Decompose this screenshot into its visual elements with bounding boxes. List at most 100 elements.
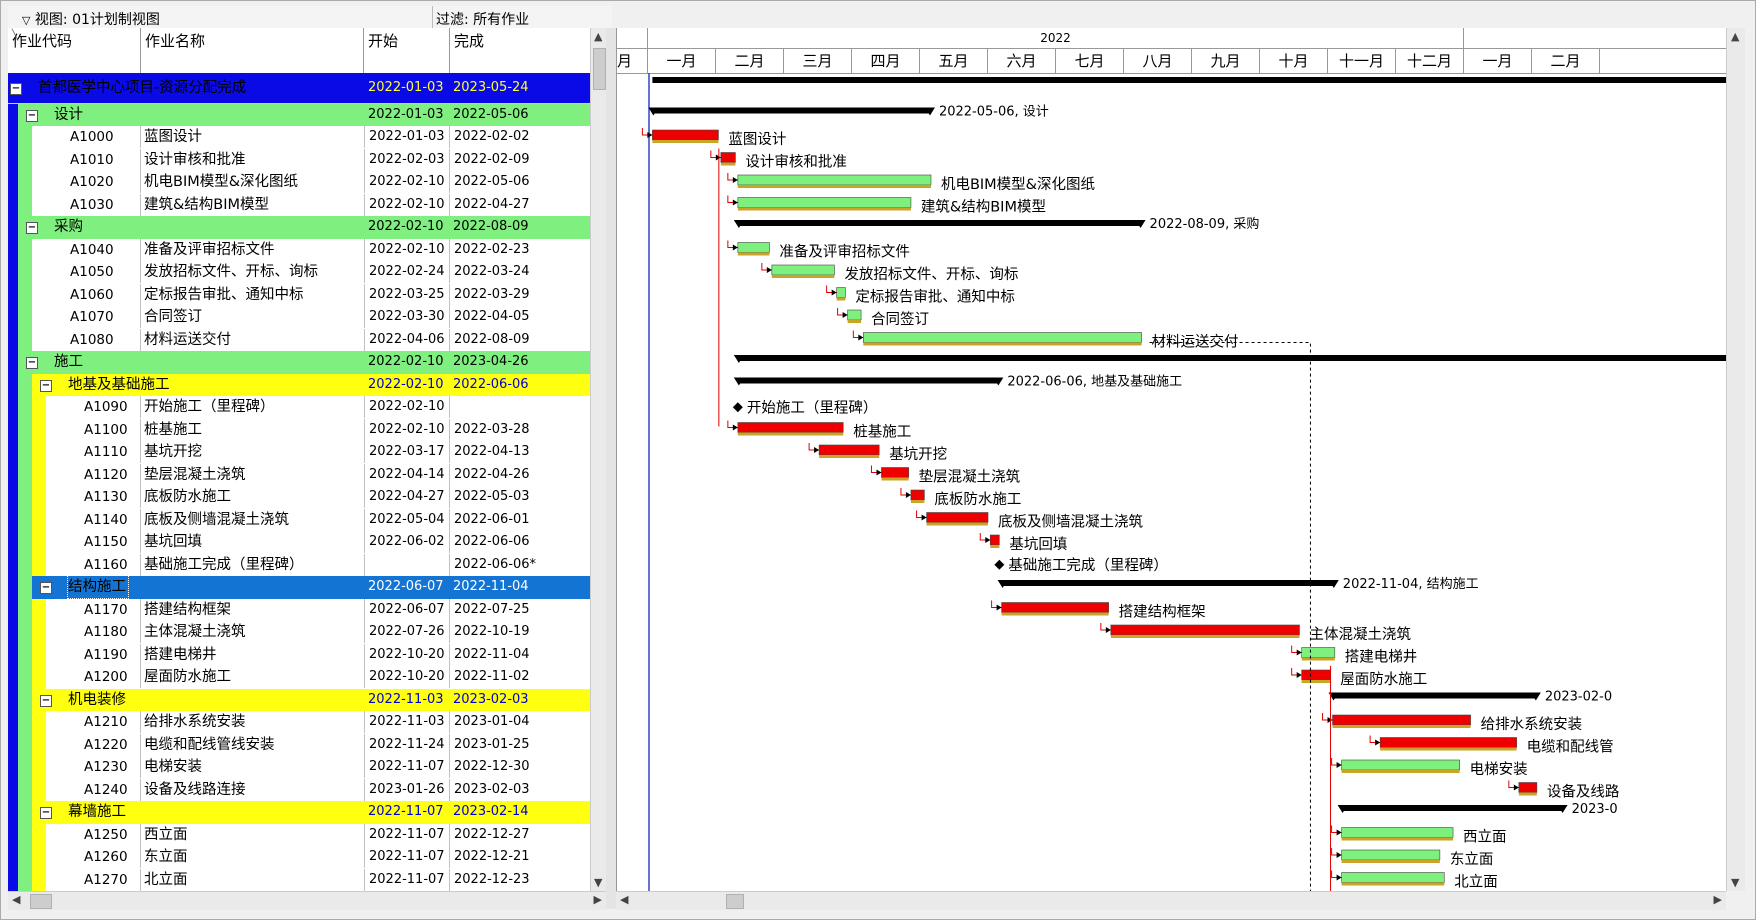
wbs-summary-bar	[1332, 692, 1537, 699]
collapse-icon[interactable]: −	[40, 807, 52, 819]
collapse-icon[interactable]: −	[26, 109, 38, 122]
wbs-row[interactable]: − 机电装修 2022-11-03 2023-02-03	[8, 688, 590, 712]
wbs-row[interactable]: − 地基及基础施工 2022-02-10 2022-06-06	[8, 373, 590, 397]
view-selector[interactable]: ▽ 视图: 01计划制视图	[22, 9, 160, 29]
table-row[interactable]: A1060 定标报告审批、通知中标 2022-03-25 2022-03-29	[8, 283, 590, 307]
bar-label: 搭建电梯井	[1345, 649, 1418, 666]
table-row[interactable]: A1100 桩基施工 2022-02-10 2022-03-28	[8, 418, 590, 442]
relationship-line	[826, 285, 837, 293]
table-row[interactable]: A1270 北立面 2022-11-07 2022-12-23	[8, 868, 590, 891]
scroll-right-icon[interactable]: ▶	[594, 893, 602, 906]
activity-code: A1020	[70, 174, 114, 190]
column-header-start[interactable]: 开始	[364, 28, 450, 73]
column-header-name[interactable]: 作业名称	[141, 28, 364, 73]
activity-bar	[1001, 602, 1109, 613]
collapse-icon[interactable]: −	[26, 357, 38, 369]
baseline-bar	[737, 207, 911, 211]
activity-name: 底板及侧墙混凝土浇筑	[140, 508, 366, 531]
table-row[interactable]: A1260 东立面 2022-11-07 2022-12-21	[8, 846, 590, 870]
wbs-row[interactable]: − 首都医学中心项目-资源分配完成 2022-01-03 2023-05-24	[8, 73, 590, 104]
table-row[interactable]: A1240 设备及线路连接 2023-01-26 2023-02-03	[8, 778, 590, 802]
start-date: 2022-11-07	[364, 846, 453, 868]
wbs-row[interactable]: − 采购 2022-02-10 2022-08-09	[8, 216, 590, 240]
table-vertical-scrollbar[interactable]: ▲ ▼	[590, 28, 607, 891]
scroll-up-icon[interactable]: ▲	[594, 30, 602, 43]
table-row[interactable]: A1230 电梯安装 2022-11-07 2022-12-30	[8, 756, 590, 780]
column-header-code[interactable]: 作业代码 ╲	[8, 28, 141, 73]
scroll-up-icon[interactable]: ▲	[1731, 30, 1739, 43]
table-row[interactable]: A1140 底板及侧墙混凝土浇筑 2022-05-04 2022-06-01	[8, 508, 590, 532]
table-row[interactable]: A1170 搭建结构框架 2022-06-07 2022-07-25	[8, 598, 590, 622]
timescale-header: 2022 月一月 二月 三月 四月 五月 六月 七月 八月 九月 十月 十一月 十二月 一月 二月	[617, 28, 1727, 74]
scroll-down-icon[interactable]: ▼	[1731, 876, 1739, 889]
sort-icon[interactable]: ╲	[12, 30, 136, 67]
start-date: 2022-01-03	[368, 80, 444, 95]
table-row[interactable]: A1200 屋面防水施工 2022-10-20 2022-11-02	[8, 666, 590, 690]
collapse-icon[interactable]: −	[40, 694, 52, 707]
wbs-row[interactable]: − 施工 2022-02-10 2023-04-26	[8, 351, 590, 375]
filter-label[interactable]: 过滤: 所有作业	[436, 9, 529, 29]
table-row[interactable]: A1040 准备及评审招标文件 2022-02-10 2022-02-23	[8, 238, 590, 262]
month-label: 月	[617, 49, 648, 73]
year-label: 2022	[648, 28, 1464, 49]
bar-label: 基础施工完成（里程碑）	[1008, 557, 1168, 574]
activity-name: 屋面防水施工	[140, 666, 366, 688]
wbs-name: 机电装修	[68, 691, 126, 708]
gantt-horizontal-scrollbar[interactable]: ◀ ▶	[616, 891, 1726, 910]
relationship-line	[641, 128, 653, 136]
table-horizontal-scrollbar[interactable]: ◀ ▶	[8, 891, 606, 910]
bar-label: 屋面防水施工	[1340, 671, 1427, 688]
table-row[interactable]: A1000 蓝图设计 2022-01-03 2022-02-02	[8, 126, 590, 150]
table-row[interactable]: A1150 基坑回填 2022-06-02 2022-06-06	[8, 531, 590, 555]
wbs-summary-bar	[737, 355, 1727, 361]
collapse-icon[interactable]: −	[40, 379, 52, 392]
bar-label: 底板及侧墙混凝土浇筑	[998, 513, 1143, 531]
bar-label: 西立面	[1463, 829, 1507, 846]
table-row[interactable]: A1050 发放招标文件、开标、询标 2022-02-24 2022-03-24	[8, 261, 590, 285]
collapse-icon[interactable]: −	[10, 83, 22, 95]
chevron-down-icon[interactable]: ▽	[22, 14, 30, 27]
activity-bar	[836, 287, 846, 298]
month-label: 五月	[920, 49, 988, 73]
bar-label: 北立面	[1454, 874, 1498, 891]
project-summary-bar	[652, 77, 1727, 83]
table-row[interactable]: A1190 搭建电梯井 2022-10-20 2022-11-04	[8, 643, 590, 667]
wbs-row[interactable]: − 设计 2022-01-03 2022-05-06	[8, 103, 590, 127]
table-row[interactable]: A1020 机电BIM模型&深化图纸 2022-02-10 2022-05-06	[8, 171, 590, 195]
column-header-finish[interactable]: 完成	[450, 28, 590, 73]
start-date: 2022-11-24	[364, 733, 453, 756]
table-row[interactable]: A1010 设计审核和批准 2022-02-03 2022-02-09	[8, 148, 590, 172]
table-row[interactable]: A1110 基坑开挖 2022-03-17 2022-04-13	[8, 441, 590, 465]
scroll-down-icon[interactable]: ▼	[594, 876, 602, 889]
scroll-left-icon[interactable]: ◀	[12, 893, 20, 906]
collapse-icon[interactable]: −	[40, 582, 52, 594]
scroll-right-icon[interactable]: ▶	[1714, 893, 1722, 906]
start-date: 2022-06-02	[364, 531, 453, 553]
table-row[interactable]: A1160 基础施工完成（里程碑） 2022-06-06*	[8, 553, 590, 577]
table-row[interactable]: A1210 给排水系统安装 2022-11-03 2023-01-04	[8, 711, 590, 735]
wbs-name: 首都医学中心项目-资源分配完成	[38, 80, 247, 96]
scroll-left-icon[interactable]: ◀	[620, 893, 628, 906]
table-row[interactable]: A1030 建筑&结构BIM模型 2022-02-10 2022-04-27	[8, 193, 590, 217]
table-row[interactable]: A1130 底板防水施工 2022-04-27 2022-05-03	[8, 486, 590, 510]
table-row[interactable]: A1090 开始施工（里程碑） 2022-02-10	[8, 396, 590, 420]
start-date: 2022-01-03	[368, 106, 444, 122]
start-date: 2022-11-07	[368, 804, 444, 819]
table-row[interactable]: A1220 电缆和配线管线安装 2022-11-24 2023-01-25	[8, 733, 590, 757]
collapse-icon[interactable]: −	[26, 222, 38, 234]
gantt-vertical-scrollbar[interactable]: ▲ ▼	[1726, 28, 1745, 891]
wbs-row[interactable]: − 幕墙施工 2022-11-07 2023-02-14	[8, 801, 590, 825]
pane-splitter[interactable]	[606, 28, 616, 909]
table-row[interactable]: A1180 主体混凝土浇筑 2022-07-26 2022-10-19	[8, 621, 590, 645]
table-row[interactable]: A1120 垫层混凝土浇筑 2022-04-14 2022-04-26	[8, 463, 590, 487]
table-row[interactable]: A1250 西立面 2022-11-07 2022-12-27	[8, 823, 590, 847]
baseline-bar	[1332, 725, 1471, 728]
finish-date: 2022-04-26	[449, 463, 590, 486]
relationship-arrow	[996, 604, 1002, 611]
table-row[interactable]: A1070 合同签订 2022-03-30 2022-04-05	[8, 306, 590, 330]
finish-date: 2022-06-06	[449, 531, 590, 553]
finish-date: 2022-03-24	[449, 261, 590, 283]
table-row[interactable]: A1080 材料运送交付 2022-04-06 2022-08-09	[8, 328, 590, 352]
baseline-bar	[1380, 747, 1517, 751]
wbs-row[interactable]: − 结构施工 2022-06-07 2022-11-04	[8, 575, 590, 600]
